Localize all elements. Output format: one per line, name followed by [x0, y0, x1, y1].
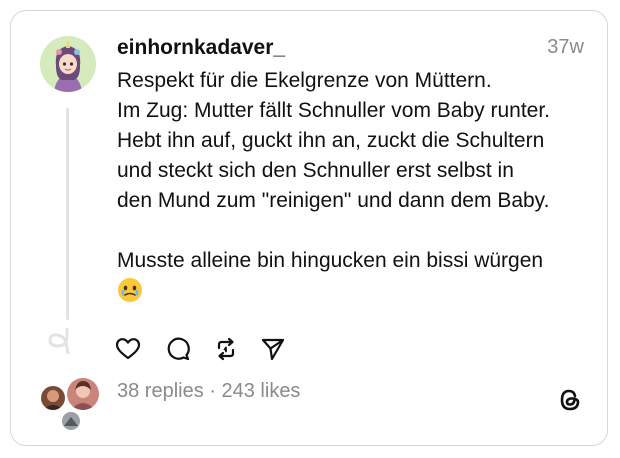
heart-icon[interactable] [115, 336, 141, 362]
post-text-line: und steckt sich den Schnuller erst selbs… [117, 159, 514, 182]
replier-avatar[interactable] [39, 384, 67, 412]
post-text-line: Im Zug: Mutter fällt Schnuller vom Baby … [117, 99, 551, 122]
replier-avatar-icon [41, 386, 65, 410]
replier-avatar-icon [67, 378, 99, 410]
face-holding-back-tears-emoji [117, 276, 597, 306]
send-icon[interactable] [260, 336, 286, 362]
post-text-line: Musste alleine bin hingucken ein bissi w… [117, 249, 544, 272]
thread-line [66, 108, 69, 320]
post-stats: 38 replies · 243 likes [117, 380, 300, 403]
threads-logo-icon[interactable] [555, 385, 585, 415]
post-body: Respekt für die Ekelgrenze von Müttern. … [117, 66, 597, 306]
avatar[interactable] [40, 36, 96, 92]
post-text-line: Respekt für die Ekelgrenze von Müttern. [117, 69, 492, 92]
unicorn-girl-avatar-icon [40, 36, 96, 92]
comment-bubble-icon[interactable] [165, 336, 191, 362]
stats-separator: · [203, 380, 222, 402]
face-holding-back-tears-icon [118, 278, 142, 302]
post-timestamp[interactable]: 37w [547, 36, 584, 59]
replier-avatar[interactable] [65, 376, 101, 412]
repost-icon[interactable] [213, 336, 239, 362]
replier-avatar[interactable] [60, 410, 82, 432]
post-text-line: Hebt ihn auf, guckt ihn an, zuckt die Sc… [117, 129, 545, 152]
thread-loop-icon [48, 328, 70, 354]
post-username[interactable]: einhornkadaver_ [117, 36, 285, 60]
post-text-line: den Mund zum "reinigen" und dann dem Bab… [117, 189, 550, 212]
likes-count[interactable]: 243 likes [222, 380, 301, 402]
replier-avatar-icon [62, 412, 80, 430]
replies-count[interactable]: 38 replies [117, 380, 204, 402]
